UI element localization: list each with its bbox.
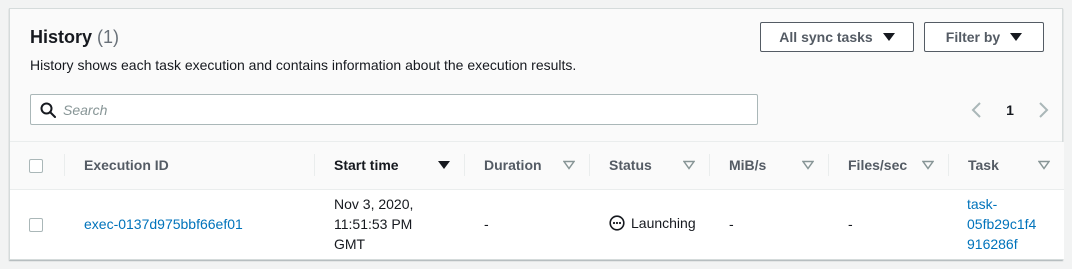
files-sec-cell: - [848, 216, 853, 233]
sort-down-icon[interactable] [563, 160, 575, 170]
column-label: Status [609, 157, 652, 174]
row-checkbox[interactable] [29, 218, 43, 233]
caret-down-icon [882, 33, 895, 41]
filter-by-dropdown[interactable]: Filter by [924, 22, 1044, 52]
start-time-time: 11:51:53 PM [334, 216, 413, 233]
status-pending-icon [609, 215, 625, 231]
column-separator [948, 154, 949, 176]
status-text: Launching [631, 214, 696, 231]
history-panel: History (1) History shows each task exec… [9, 8, 1064, 260]
sort-down-icon[interactable] [802, 160, 814, 170]
column-header-task[interactable]: Task [948, 142, 1064, 190]
execution-id-link[interactable]: exec-0137d975bbf66ef01 [84, 216, 243, 232]
task-link-line: 05fb29c1f4 [967, 216, 1037, 233]
column-header-mibs[interactable]: MiB/s [709, 142, 828, 190]
column-label: MiB/s [729, 157, 767, 174]
sort-down-icon[interactable] [922, 160, 934, 170]
filter-by-label: Filter by [945, 29, 1001, 45]
column-separator [464, 154, 465, 176]
column-separator [589, 154, 590, 176]
title-count: (1) [97, 27, 120, 47]
task-link[interactable]: task- 05fb29c1f4 916286f [967, 194, 1064, 254]
history-header: History (1) History shows each task exec… [10, 9, 1062, 142]
caret-down-icon [1010, 33, 1023, 41]
page-title: History (1) [30, 27, 119, 48]
task-link-line: task- [967, 196, 998, 213]
search-input[interactable] [63, 99, 743, 121]
column-header-execution-id: Execution ID [64, 142, 314, 190]
mibs-cell: - [729, 216, 734, 233]
sort-filled-icon[interactable] [438, 160, 450, 170]
start-time-zone: GMT [334, 236, 366, 253]
column-separator [828, 154, 829, 176]
status-indicator: Launching [609, 215, 696, 231]
all-sync-tasks-label: All sync tasks [779, 29, 873, 45]
column-label: Duration [484, 157, 542, 174]
history-description: History shows each task execution and co… [30, 57, 577, 73]
sort-down-icon[interactable] [1038, 160, 1050, 170]
table-header-row: Execution ID Start time Duration Status … [10, 142, 1064, 190]
column-header-duration[interactable]: Duration [464, 142, 589, 190]
column-header-files-sec[interactable]: Files/sec [828, 142, 948, 190]
search-icon [40, 102, 56, 118]
column-separator [709, 154, 710, 176]
history-table: Execution ID Start time Duration Status … [10, 142, 1064, 259]
chevron-left-icon[interactable] [970, 101, 984, 119]
start-time-cell: Nov 3, 2020, 11:51:53 PM GMT [314, 189, 464, 259]
task-cell: task- 05fb29c1f4 916286f [948, 189, 1064, 259]
task-link-line: 916286f [967, 236, 1018, 253]
chevron-right-icon[interactable] [1036, 101, 1050, 119]
execution-id-cell: exec-0137d975bbf66ef01 [64, 189, 314, 259]
select-all-cell [10, 142, 64, 190]
sort-down-icon[interactable] [683, 160, 695, 170]
table-row: exec-0137d975bbf66ef01 Nov 3, 2020, 11:5… [10, 189, 1064, 259]
search-box [30, 94, 758, 125]
row-select-cell [10, 189, 64, 259]
status-cell: Launching [589, 189, 709, 259]
start-time-date: Nov 3, 2020, [334, 196, 414, 213]
column-header-status[interactable]: Status [589, 142, 709, 190]
column-label: Task [968, 157, 999, 174]
all-sync-tasks-dropdown[interactable]: All sync tasks [760, 22, 914, 52]
duration-cell: - [484, 216, 489, 233]
current-page-number[interactable]: 1 [1006, 102, 1014, 118]
column-label: Files/sec [848, 157, 908, 174]
column-header-start-time[interactable]: Start time [314, 142, 464, 190]
column-label: Execution ID [84, 157, 169, 174]
select-all-checkbox[interactable] [29, 159, 43, 174]
title-text: History [30, 27, 93, 47]
column-separator [314, 154, 315, 176]
pagination: 1 [970, 99, 1050, 121]
column-separator [64, 154, 65, 176]
column-label: Start time [334, 157, 399, 174]
